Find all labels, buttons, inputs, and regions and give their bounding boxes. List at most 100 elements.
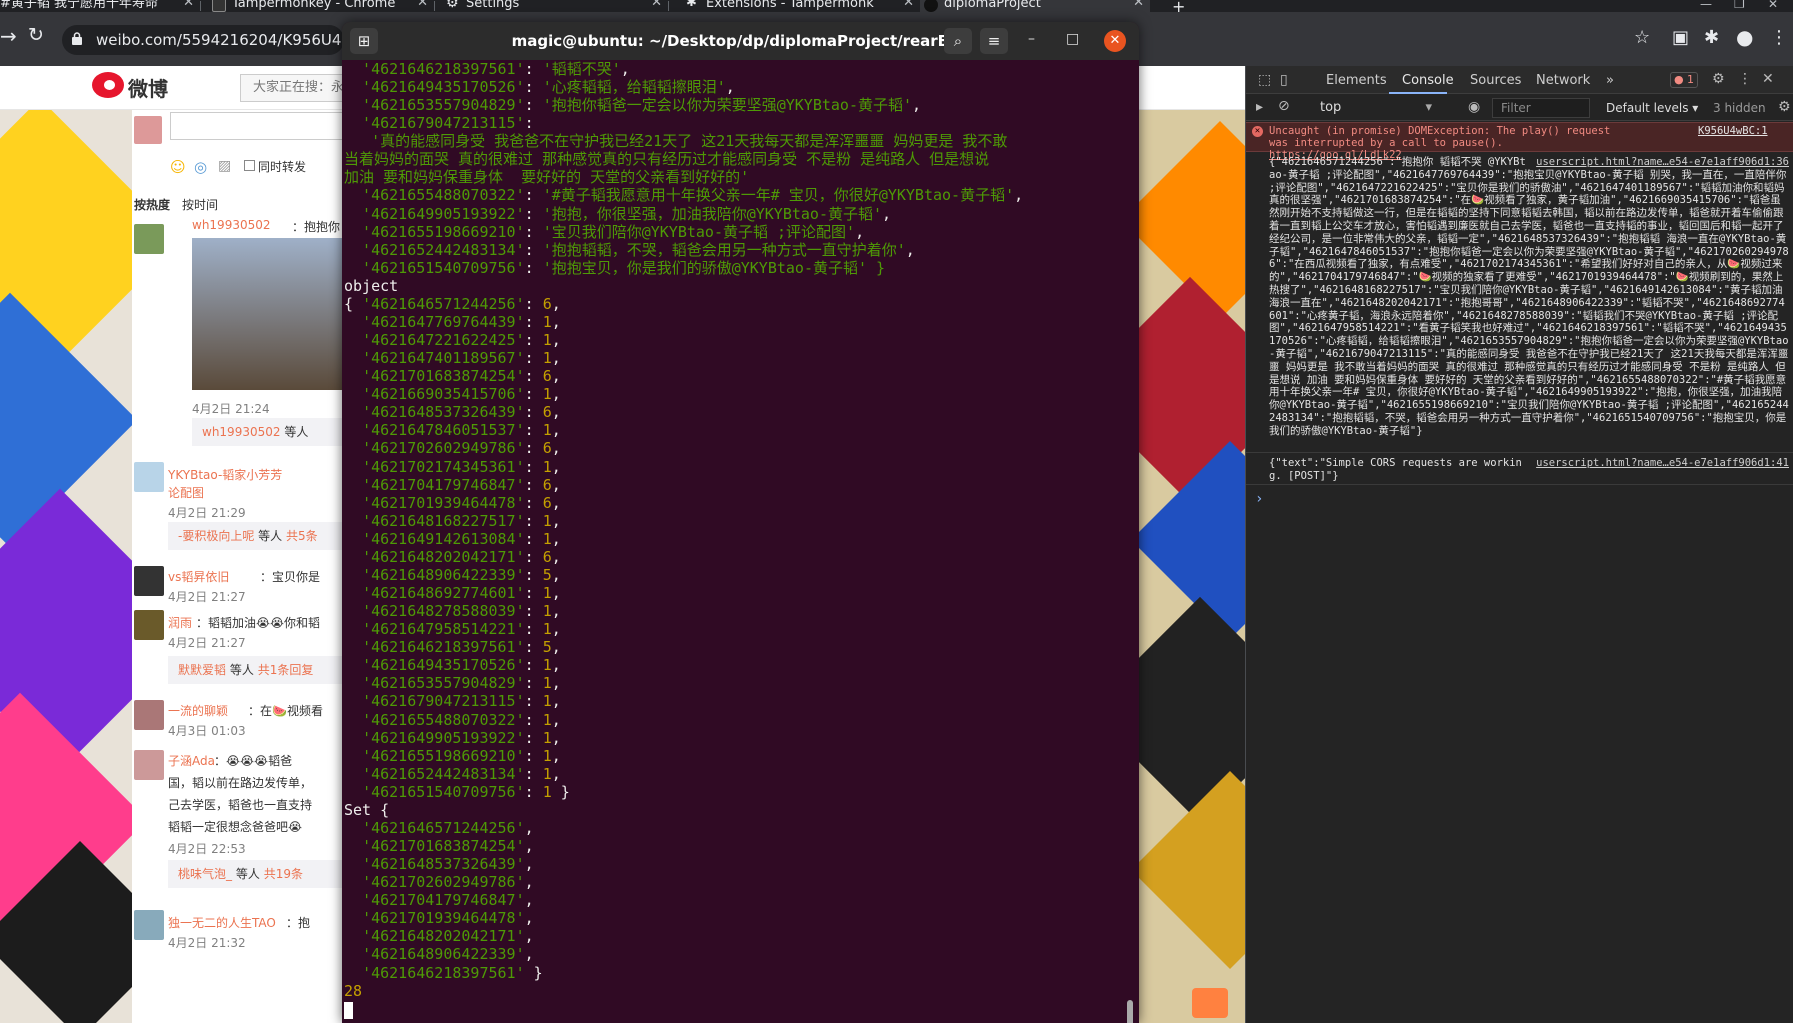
menu-dots-icon[interactable]: ⋮ [1738, 71, 1752, 87]
terminal-line: '4621647958514221': 1, [362, 620, 561, 639]
extension-badge-icon[interactable]: ▣ [1672, 27, 1689, 48]
more-tabs-icon[interactable]: » [1606, 73, 1614, 88]
log-source-link[interactable]: userscript.html?name…e54-e7e1aff906d1:36 [1536, 156, 1789, 169]
chat-widget-icon[interactable] [1192, 988, 1228, 1018]
extensions-icon[interactable]: ✱ [1704, 27, 1719, 48]
minimize-icon[interactable]: – [1028, 31, 1035, 47]
settings-gear-icon[interactable]: ⚙ [1712, 71, 1725, 87]
commenter-name[interactable]: 独一无二的人生TAO [168, 914, 276, 931]
terminal-line: '4621655198669210': 1, [362, 746, 561, 765]
reply-summary[interactable]: 默默爱韬 等人 共1条回复 [168, 656, 342, 684]
tab-network[interactable]: Network [1536, 73, 1590, 88]
minimize-icon[interactable]: — [1700, 0, 1712, 11]
reload-icon[interactable]: ↻ [28, 24, 44, 46]
github-icon [924, 0, 938, 12]
sync-repost-checkbox[interactable] [244, 160, 255, 171]
terminal-output[interactable]: '4621646218397561': '韬韬不哭', '46216494351… [342, 60, 1139, 1023]
hamburger-menu-icon[interactable]: ≡ [980, 28, 1008, 54]
terminal-line: '4621648692774601': 1, [362, 584, 561, 603]
sidebar-toggle-icon[interactable]: ▸ [1256, 99, 1263, 115]
terminal-scrollbar[interactable] [1127, 1000, 1133, 1023]
menu-dots-icon[interactable]: ⋮ [1770, 27, 1788, 48]
commenter-name[interactable]: 一流的聊颖 [168, 702, 228, 719]
comment-input[interactable] [170, 112, 342, 140]
comment-text[interactable]: 论配图 [168, 484, 204, 501]
comment-text: 国，韬以前在路边发传单， [168, 776, 313, 790]
reply-summary[interactable]: wh19930502 等人 [192, 418, 342, 446]
filter-input[interactable]: Filter [1492, 98, 1590, 118]
new-tab-button[interactable]: + [1172, 0, 1185, 12]
close-icon[interactable]: ✕ [651, 0, 662, 9]
search-icon[interactable]: ⌕ [944, 28, 972, 54]
comment-time: 4月2日 21:24 [192, 402, 270, 416]
error-count-badge[interactable]: ● 1 [1670, 72, 1698, 88]
terminal-line: 当着妈妈的面哭 真的很难过 那种感觉真的只有经历过才能感同身受 不是粉 是纯路人… [344, 150, 990, 169]
close-icon[interactable]: ✕ [183, 0, 194, 9]
tab-tampermonkey[interactable]: Tampermonkey - Chrome ✕ [208, 0, 434, 12]
comment-text: ：抱抱你 [292, 220, 341, 234]
log-levels-dropdown[interactable]: Default levels ▾ [1606, 101, 1698, 115]
close-icon[interactable]: ✕ [1133, 0, 1144, 9]
close-icon[interactable]: ✕ [417, 0, 428, 9]
search-input[interactable]: 大家正在搜：永远 [240, 74, 350, 102]
avatar [134, 610, 164, 640]
terminal-line: '4621647401189567': 1, [362, 349, 561, 368]
tab-sources[interactable]: Sources [1470, 73, 1521, 88]
eye-icon[interactable]: ◉ [1468, 99, 1480, 115]
tab-weibo[interactable]: #黄子韬 我宁愿用十年寿命 ✕ [0, 0, 200, 12]
reply-summary[interactable]: -要积极向上呢 等人 共5条 [168, 522, 342, 550]
sort-time-tab[interactable]: 按时间 [182, 196, 218, 213]
close-window-icon[interactable]: ✕ [1768, 0, 1778, 11]
image-icon[interactable]: ▨ [218, 158, 231, 174]
error-source-link[interactable]: K956U4wBC:1 [1698, 125, 1768, 137]
log-source-link[interactable]: userscript.html?name…e54-e7e1aff906d1:41 [1536, 457, 1789, 470]
back-arrow-icon[interactable]: → [0, 24, 17, 48]
terminal-line: '4621649435170526': 1, [362, 656, 561, 675]
weibo-logo[interactable]: 微博 [128, 73, 168, 102]
terminal-line: { '4621646571244256': 6, [344, 294, 561, 313]
commenter-name[interactable]: wh19930502 [192, 218, 271, 232]
close-icon[interactable]: ✕ [903, 0, 914, 9]
avatar [134, 910, 164, 940]
commenter-name[interactable]: 子涵Ada [168, 752, 215, 769]
maximize-icon[interactable]: □ [1066, 31, 1079, 47]
tab-console[interactable]: Console [1402, 73, 1454, 88]
star-icon[interactable]: ☆ [1634, 27, 1650, 48]
reply-summary[interactable]: 桃味气泡_ 等人 共19条 [168, 860, 342, 888]
tampermonkey-icon [212, 0, 226, 12]
inspect-element-icon[interactable]: ⬚ [1258, 72, 1271, 88]
tab-elements[interactable]: Elements [1326, 73, 1387, 88]
terminal-line: '4621648278588039': 1, [362, 602, 561, 621]
clear-console-icon[interactable]: ⊘ [1278, 98, 1290, 114]
gif-icon[interactable]: ◎ [194, 158, 207, 176]
commenter-name[interactable]: 润雨 [168, 614, 192, 631]
emoji-icon[interactable]: ☺ [170, 158, 186, 176]
terminal-line: '4621701939464478', [362, 909, 534, 928]
address-bar[interactable]: weibo.com/5594216204/K956U4wBC?t [62, 25, 344, 55]
close-devtools-icon[interactable]: ✕ [1762, 71, 1774, 87]
context-selector[interactable]: top ▾ [1316, 99, 1436, 117]
avatar [134, 462, 164, 492]
console-log-entry: userscript.html?name…e54-e7e1aff906d1:41… [1269, 457, 1789, 483]
maximize-icon[interactable]: ❐ [1734, 0, 1745, 11]
profile-icon[interactable]: ● [1736, 25, 1753, 49]
error-icon: ✕ [1252, 126, 1263, 137]
terminal-line: '4621679047213115': [344, 114, 543, 133]
close-icon[interactable]: ✕ [1104, 30, 1126, 52]
tab-settings[interactable]: ⚙ Settings ✕ [442, 0, 668, 12]
console-prompt[interactable]: › [1255, 491, 1263, 507]
comment-time: 4月2日 21:27 [168, 590, 246, 604]
log-text: {"4621646571244256":"抱抱你 韬韬不哭 @YKYBtao-黄… [1269, 156, 1789, 437]
tab-extensions[interactable]: ✱ Extensions - Tampermonk ✕ [682, 0, 920, 12]
sort-hot-tab[interactable]: 按热度 [134, 196, 170, 213]
tab-diplomaproject[interactable]: diplomaProject ✕ [920, 0, 1150, 12]
device-toolbar-icon[interactable]: ▯ [1280, 72, 1288, 88]
commenter-name[interactable]: vs韬昇依旧 [168, 568, 229, 585]
console-settings-icon[interactable]: ⚙ [1778, 99, 1791, 115]
error-text: Uncaught (in promise) DOMException: The … [1269, 125, 1617, 149]
terminal-line: '4621646218397561': '韬韬不哭', [344, 60, 630, 78]
comment-photo[interactable] [192, 238, 342, 390]
terminal-line: '4621648202042171': 6, [362, 547, 561, 566]
commenter-name[interactable]: YKYBtao-韬家小芳芳 [168, 466, 282, 483]
sync-repost-label: 同时转发 [258, 160, 307, 174]
